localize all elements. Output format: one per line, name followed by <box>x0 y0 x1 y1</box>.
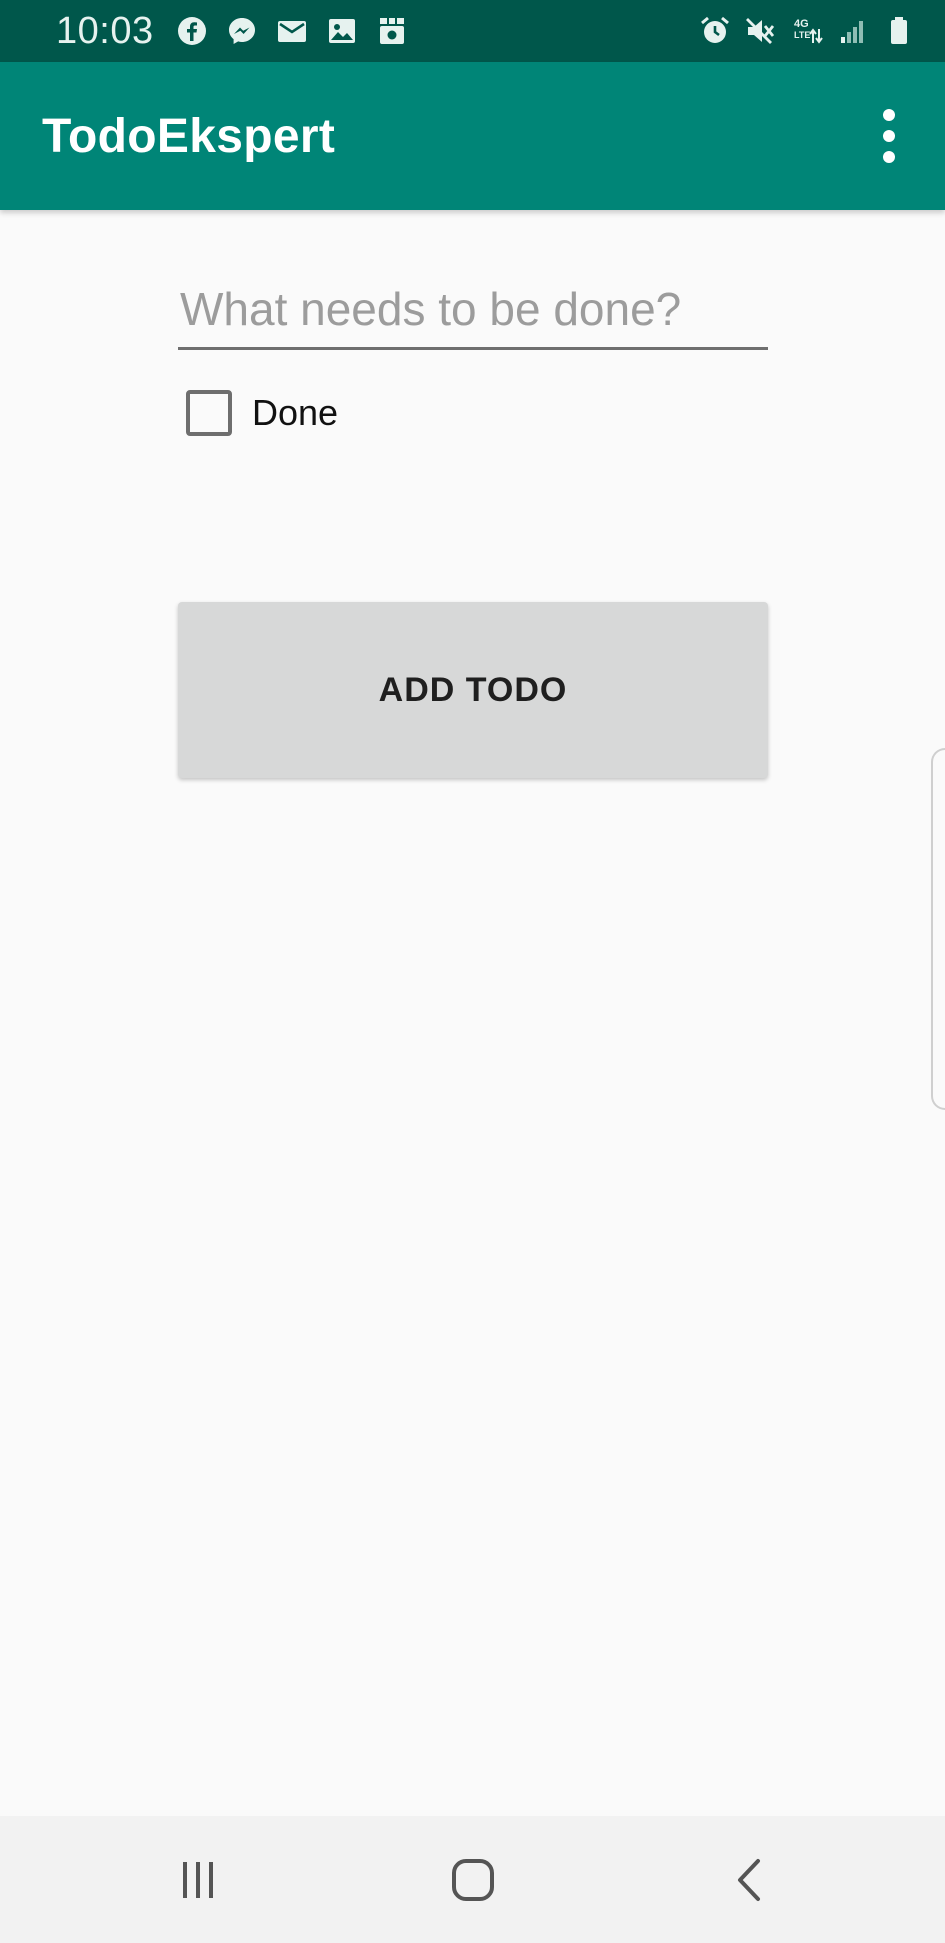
app-title: TodoEkspert <box>42 109 336 163</box>
home-icon <box>451 1858 494 1901</box>
status-time: 10:03 <box>56 9 154 52</box>
notification-icons <box>176 15 408 47</box>
app-bar: TodoEkspert <box>0 62 945 210</box>
done-checkbox-row[interactable]: Done <box>186 388 338 438</box>
todo-input[interactable] <box>178 270 768 347</box>
home-button[interactable] <box>418 1825 528 1935</box>
done-checkbox[interactable] <box>186 390 232 436</box>
mute-icon <box>746 18 775 44</box>
overflow-dot <box>883 109 895 121</box>
add-todo-button[interactable]: ADD TODO <box>178 602 768 778</box>
svg-text:4G: 4G <box>794 18 809 30</box>
overflow-dot <box>883 151 895 163</box>
status-bar: 10:03 4G LTE <box>0 0 945 62</box>
edge-panel-handle[interactable] <box>931 748 945 1110</box>
svg-text:LTE: LTE <box>794 30 810 40</box>
messenger-icon <box>228 18 255 44</box>
done-checkbox-label: Done <box>252 392 339 433</box>
recent-apps-icon <box>182 1861 213 1898</box>
app-screen: 10:03 4G LTE TodoEkspert What needs to b… <box>0 0 945 1943</box>
back-button[interactable] <box>693 1825 803 1935</box>
battery-icon <box>891 17 907 44</box>
navigation-bar <box>0 1816 945 1943</box>
todo-input-container <box>178 270 768 350</box>
back-icon <box>737 1858 760 1901</box>
screenshot-icon <box>379 18 404 44</box>
more-vertical-icon[interactable] <box>867 96 911 176</box>
image-icon <box>328 19 355 43</box>
mail-icon <box>277 21 306 42</box>
overflow-dot <box>883 130 895 142</box>
facebook-icon <box>177 17 206 45</box>
signal-icon <box>841 21 863 43</box>
recent-apps-button[interactable] <box>143 1825 253 1935</box>
network-4g-lte-icon: 4G LTE <box>794 18 823 44</box>
system-status-icons: 4G LTE <box>699 15 915 47</box>
alarm-icon <box>701 16 729 43</box>
